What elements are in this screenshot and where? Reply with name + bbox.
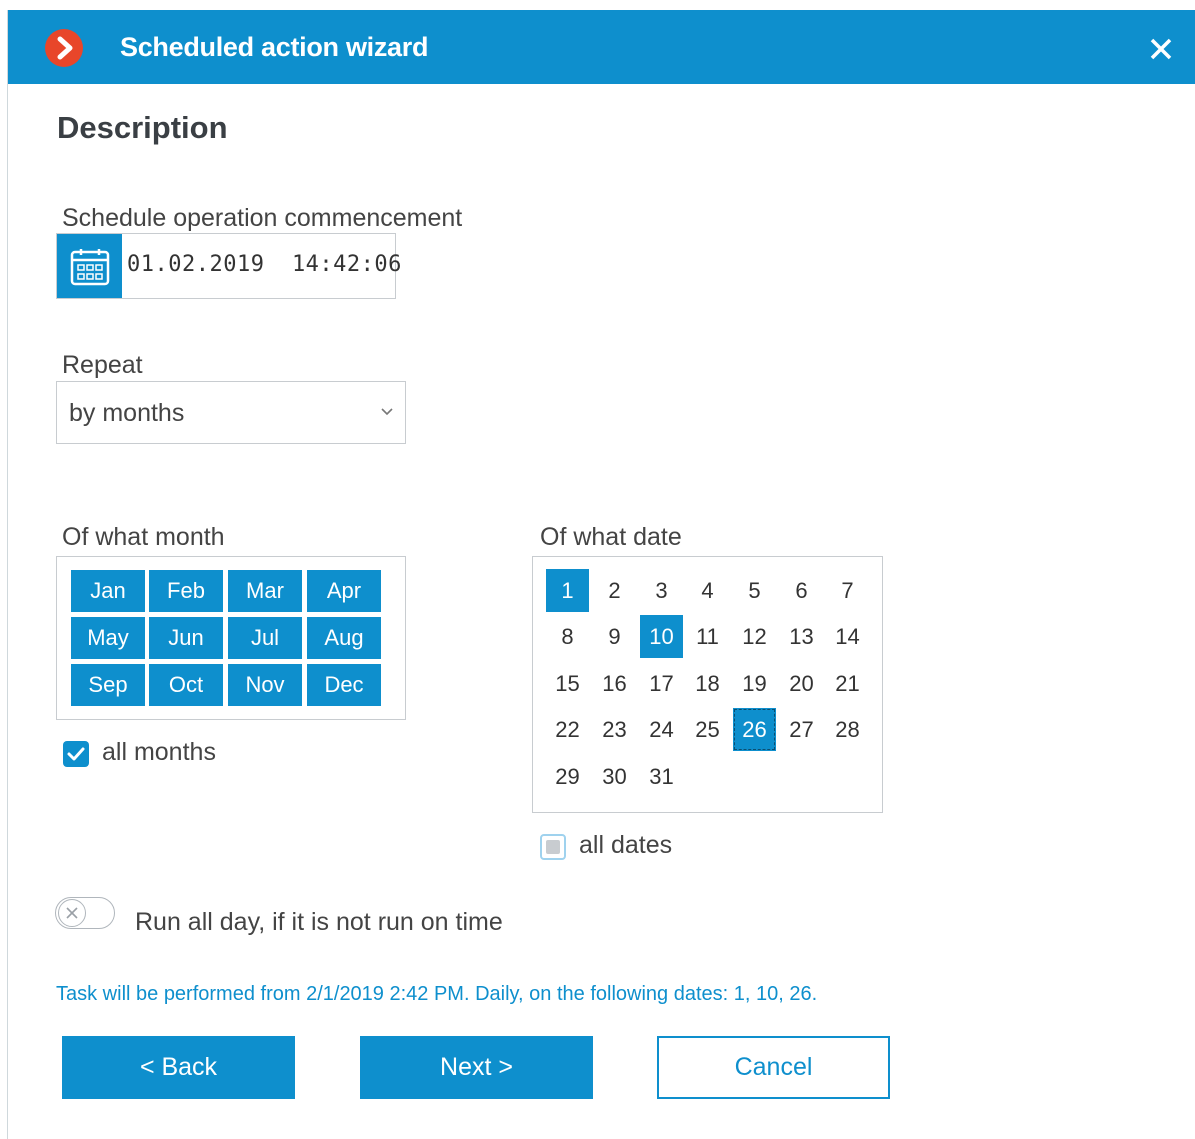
date-cell-18[interactable]: 18 (686, 662, 729, 705)
date-cell-6[interactable]: 6 (780, 569, 823, 612)
date-cell-13[interactable]: 13 (780, 615, 823, 658)
all-dates-checkbox[interactable] (540, 834, 566, 860)
month-picker: Jan Feb Mar Apr May Jun Jul Aug Sep Oct … (56, 556, 406, 720)
date-cell-16[interactable]: 16 (593, 662, 636, 705)
date-cell-24[interactable]: 24 (640, 708, 683, 751)
month-button-sep[interactable]: Sep (71, 664, 145, 706)
date-cell-2[interactable]: 2 (593, 569, 636, 612)
date-cell-30[interactable]: 30 (593, 755, 636, 798)
back-button[interactable]: < Back (62, 1036, 295, 1099)
run-all-day-label: Run all day, if it is not run on time (135, 908, 503, 936)
date-cell-28[interactable]: 28 (826, 708, 869, 751)
date-cell-17[interactable]: 17 (640, 662, 683, 705)
check-icon (67, 747, 85, 761)
schedule-summary-text: Task will be performed from 2/1/2019 2:4… (56, 983, 818, 1005)
calendar-icon (70, 249, 110, 286)
month-button-jan[interactable]: Jan (71, 570, 145, 612)
window-title: Scheduled action wizard (120, 32, 429, 62)
month-button-jul[interactable]: Jul (228, 617, 302, 659)
repeat-label: Repeat (62, 351, 143, 379)
month-label: Of what month (62, 523, 225, 551)
date-cell-26[interactable]: 26 (733, 708, 776, 751)
month-button-feb[interactable]: Feb (149, 570, 223, 612)
x-icon (66, 907, 78, 919)
month-button-jun[interactable]: Jun (149, 617, 223, 659)
title-bar: Scheduled action wizard (8, 10, 1195, 84)
date-cell-8[interactable]: 8 (546, 615, 589, 658)
date-cell-14[interactable]: 14 (826, 615, 869, 658)
month-button-oct[interactable]: Oct (149, 664, 223, 706)
all-months-label: all months (102, 738, 216, 766)
commencement-datetime-field[interactable]: 01.02.2019 14:42:06 (56, 233, 401, 299)
app-logo-icon (45, 29, 83, 67)
month-button-mar[interactable]: Mar (228, 570, 302, 612)
date-cell-12[interactable]: 12 (733, 615, 776, 658)
date-cell-4[interactable]: 4 (686, 569, 729, 612)
all-dates-label: all dates (579, 831, 673, 859)
date-cell-19[interactable]: 19 (733, 662, 776, 705)
date-cell-7[interactable]: 7 (826, 569, 869, 612)
commencement-value[interactable]: 01.02.2019 14:42:06 (127, 252, 402, 277)
month-button-apr[interactable]: Apr (307, 570, 381, 612)
date-cell-11[interactable]: 11 (686, 615, 729, 658)
section-title: Description (57, 110, 228, 145)
date-cell-3[interactable]: 3 (640, 569, 683, 612)
date-cell-21[interactable]: 21 (826, 662, 869, 705)
date-cell-1[interactable]: 1 (546, 569, 589, 612)
date-label: Of what date (540, 523, 682, 551)
date-cell-5[interactable]: 5 (733, 569, 776, 612)
close-button[interactable] (1144, 32, 1178, 66)
date-cell-25[interactable]: 25 (686, 708, 729, 751)
date-cell-29[interactable]: 29 (546, 755, 589, 798)
date-picker: 1 2 3 4 5 6 7 8 9 10 11 12 13 14 15 16 1… (532, 556, 883, 813)
date-cell-15[interactable]: 15 (546, 662, 589, 705)
month-button-dec[interactable]: Dec (307, 664, 381, 706)
date-cell-27[interactable]: 27 (780, 708, 823, 751)
date-cell-20[interactable]: 20 (780, 662, 823, 705)
run-all-day-toggle[interactable] (55, 897, 115, 929)
repeat-select[interactable]: by months (56, 381, 406, 444)
date-cell-22[interactable]: 22 (546, 708, 589, 751)
next-button[interactable]: Next > (360, 1036, 593, 1099)
date-cell-9[interactable]: 9 (593, 615, 636, 658)
chevron-down-icon (381, 408, 393, 416)
calendar-button[interactable] (57, 234, 122, 298)
close-icon (1150, 38, 1172, 60)
date-cell-23[interactable]: 23 (593, 708, 636, 751)
cancel-button[interactable]: Cancel (657, 1036, 890, 1099)
date-cell-31[interactable]: 31 (640, 755, 683, 798)
toggle-knob (58, 899, 86, 927)
repeat-select-value: by months (69, 399, 185, 427)
month-button-nov[interactable]: Nov (228, 664, 302, 706)
month-button-aug[interactable]: Aug (307, 617, 381, 659)
commencement-label: Schedule operation commencement (62, 204, 463, 232)
all-months-checkbox[interactable] (63, 741, 89, 767)
month-button-may[interactable]: May (71, 617, 145, 659)
date-cell-10[interactable]: 10 (640, 615, 683, 658)
